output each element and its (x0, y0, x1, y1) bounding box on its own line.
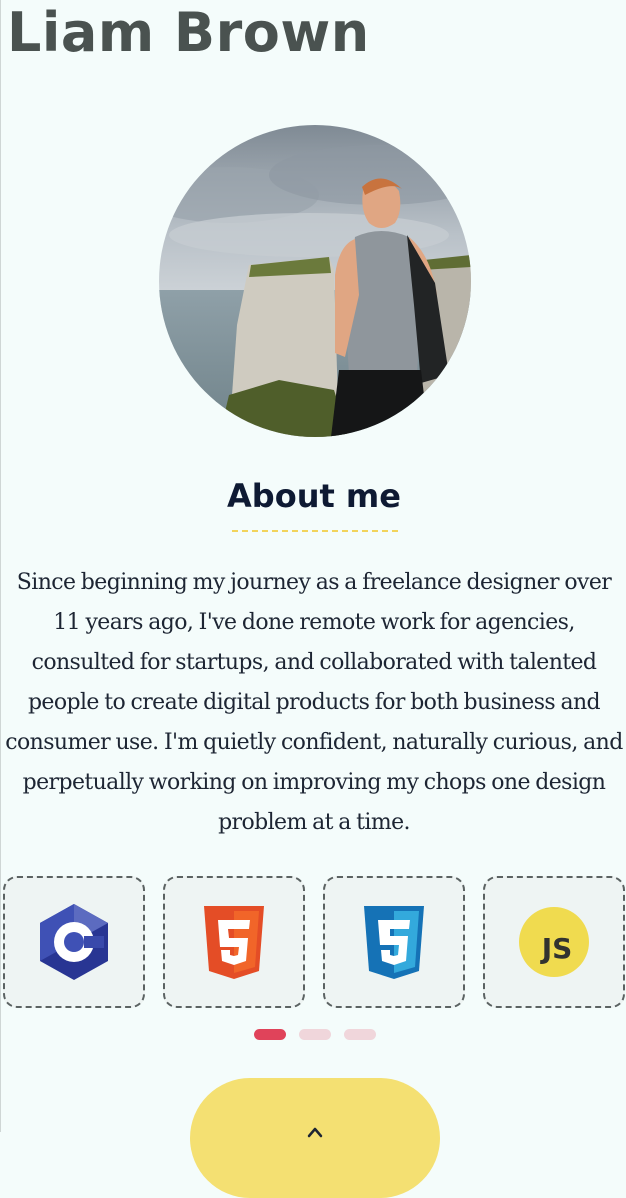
javascript-icon: JS (519, 907, 589, 977)
carousel-dot[interactable] (299, 1029, 331, 1040)
carousel-dot[interactable] (344, 1029, 376, 1040)
c-language-icon (40, 904, 108, 980)
profile-photo (159, 125, 471, 437)
svg-text:JS: JS (540, 932, 573, 965)
about-heading: About me (227, 477, 401, 515)
skill-card-html5[interactable]: 5 (163, 876, 305, 1008)
skill-card-javascript[interactable]: JS JS (483, 876, 625, 1008)
css3-icon (364, 906, 424, 979)
page-title: Liam Brown (7, 1, 370, 64)
skills-carousel[interactable]: C 5 3 JS JS (3, 876, 626, 1010)
chevron-up-icon (307, 1127, 323, 1138)
about-paragraph: Since beginning my journey as a freelanc… (5, 570, 623, 835)
carousel-dot-active[interactable] (254, 1029, 286, 1040)
scroll-top-button[interactable] (190, 1078, 440, 1198)
heading-underline (232, 530, 398, 532)
skill-card-c[interactable]: C (3, 876, 145, 1008)
carousel-pagination (1, 1029, 626, 1041)
html5-icon (204, 906, 264, 979)
skill-card-css3[interactable]: 3 (323, 876, 465, 1008)
